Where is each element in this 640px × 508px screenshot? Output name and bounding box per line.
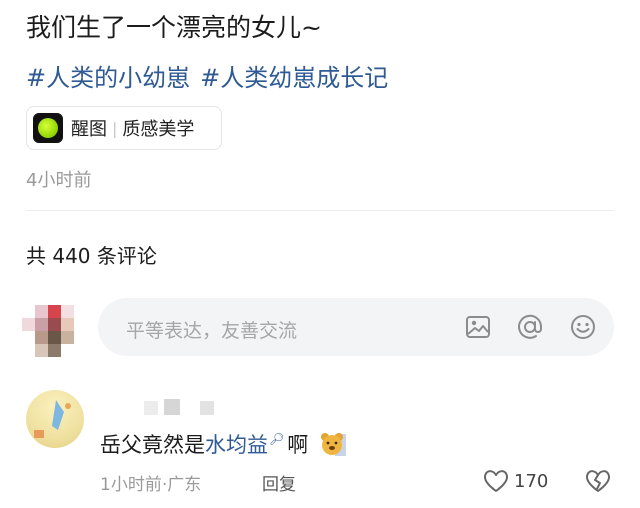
app-subtitle: 质感美学 <box>122 119 195 140</box>
dislike-button[interactable] <box>584 467 612 499</box>
post-title: 我们生了一个漂亮的女儿~ <box>26 13 322 42</box>
reply-button[interactable]: 回复 <box>262 470 296 495</box>
comment-time: 1小时前 <box>100 475 162 495</box>
post-time: 4小时前 <box>26 170 92 191</box>
chip-separator: | <box>112 118 118 138</box>
search-icon[interactable]: 🔎︎ <box>269 432 284 446</box>
comment-text-start: 岳父竟然是 <box>100 433 205 457</box>
my-avatar[interactable] <box>22 305 74 357</box>
comment-input-placeholder: 平等表达，友善交流 <box>126 320 298 342</box>
comment-input[interactable]: 平等表达，友善交流 <box>98 298 614 356</box>
commenter-avatar[interactable] <box>26 390 84 448</box>
comment-text-end: 啊 <box>287 433 309 457</box>
search-link[interactable]: 水均益 <box>205 433 268 457</box>
comment-count: 共 440 条评论 <box>26 244 157 268</box>
heart-icon <box>483 470 509 492</box>
commenter-username-masked[interactable] <box>144 398 224 416</box>
broken-heart-icon <box>585 470 611 492</box>
divider <box>26 210 614 211</box>
app-name: 醒图 <box>71 119 107 140</box>
comment-location: 广东 <box>167 475 202 495</box>
like-count: 170 <box>514 470 549 492</box>
at-icon[interactable] <box>516 313 544 341</box>
app-chip[interactable]: 醒图 | 质感美学 <box>26 106 222 150</box>
like-button[interactable]: 170 <box>482 468 548 494</box>
hashtag-link[interactable]: #人类的小幼崽 <box>26 64 190 92</box>
comment-meta: 1小时前·广东 <box>100 470 201 495</box>
post-tags: #人类的小幼崽 #人类幼崽成长记 <box>26 58 398 93</box>
hashtag-link[interactable]: #人类幼崽成长记 <box>200 64 388 92</box>
image-icon[interactable] <box>464 313 492 341</box>
comment-text: 岳父竟然是水均益🔎︎ 啊 <box>100 428 347 459</box>
app-logo-icon <box>33 113 63 143</box>
emoji-icon[interactable] <box>569 313 597 341</box>
pooh-sticker-icon <box>320 433 346 456</box>
